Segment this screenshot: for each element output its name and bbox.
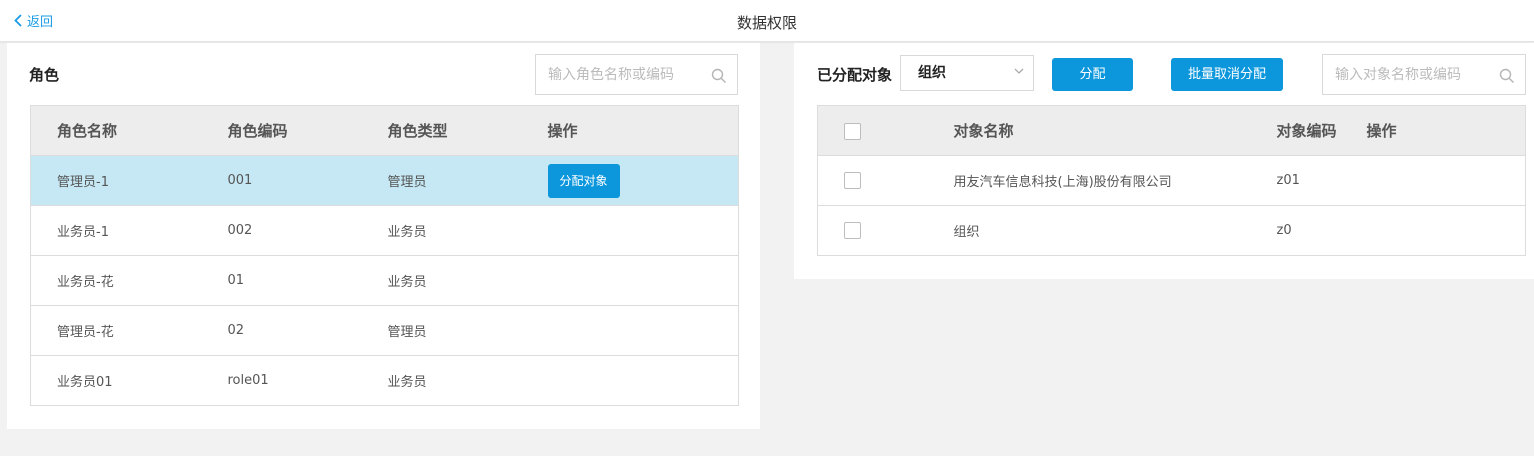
object-code-cell: z01 bbox=[1251, 155, 1367, 206]
batch-unassign-button[interactable]: 批量取消分配 bbox=[1171, 58, 1283, 91]
chevron-down-icon bbox=[1014, 68, 1024, 74]
column-header-role-code: 角色编码 bbox=[201, 105, 362, 156]
role-action-cell bbox=[521, 255, 739, 306]
role-code-cell: 01 bbox=[201, 255, 362, 306]
column-header-actions: 操作 bbox=[1366, 105, 1526, 156]
object-search-box bbox=[1322, 54, 1526, 95]
role-code-cell: 001 bbox=[201, 155, 362, 206]
top-bar: 返回 数据权限 bbox=[0, 0, 1534, 42]
role-code-cell: role01 bbox=[201, 355, 362, 406]
assign-object-button[interactable]: 分配对象 bbox=[547, 163, 620, 198]
roles-panel: 角色 角色名称 角色编码 角色类型 操作 管理员-1 001 管理员 分配对象 … bbox=[7, 43, 760, 429]
column-header-object-code: 对象编码 bbox=[1251, 105, 1367, 156]
object-name-cell: 用友汽车信息科技(上海)股份有限公司 bbox=[928, 155, 1252, 206]
page-title: 数据权限 bbox=[736, 14, 797, 32]
role-type-cell: 业务员 bbox=[361, 205, 522, 256]
role-name-cell: 管理员-1 bbox=[30, 155, 202, 206]
role-search-input[interactable] bbox=[536, 55, 737, 94]
table-row[interactable]: 组织 z0 bbox=[817, 205, 1526, 256]
role-name-cell: 业务员-花 bbox=[30, 255, 202, 306]
table-header-row: 角色名称 角色编码 角色类型 操作 bbox=[30, 105, 739, 156]
role-name-cell: 管理员-花 bbox=[30, 305, 202, 356]
object-type-select-value: 组织 bbox=[918, 65, 946, 81]
object-type-select[interactable]: 组织 bbox=[900, 55, 1034, 91]
role-search-box bbox=[535, 54, 738, 95]
table-row[interactable]: 管理员-花 02 管理员 bbox=[30, 305, 739, 356]
table-row[interactable]: 用友汽车信息科技(上海)股份有限公司 z01 bbox=[817, 155, 1526, 206]
assigned-section-title: 已分配对象 bbox=[817, 66, 893, 84]
role-type-cell: 业务员 bbox=[361, 255, 522, 306]
row-checkbox[interactable] bbox=[844, 172, 861, 189]
role-action-cell bbox=[521, 205, 739, 256]
column-header-role-name: 角色名称 bbox=[30, 105, 202, 156]
object-action-cell bbox=[1366, 205, 1526, 256]
role-action-cell bbox=[521, 305, 739, 356]
object-code-cell: z0 bbox=[1251, 205, 1367, 256]
roles-table: 角色名称 角色编码 角色类型 操作 管理员-1 001 管理员 分配对象 业务员… bbox=[30, 105, 739, 406]
assign-button[interactable]: 分配 bbox=[1052, 58, 1133, 91]
column-header-role-type: 角色类型 bbox=[361, 105, 522, 156]
role-name-cell: 业务员01 bbox=[30, 355, 202, 406]
object-action-cell bbox=[1366, 155, 1526, 206]
row-select-cell bbox=[817, 155, 929, 206]
object-search-input[interactable] bbox=[1323, 55, 1525, 94]
role-name-cell: 业务员-1 bbox=[30, 205, 202, 256]
column-header-actions: 操作 bbox=[521, 105, 739, 156]
table-row[interactable]: 业务员01 role01 业务员 bbox=[30, 355, 739, 406]
select-all-header bbox=[817, 105, 929, 156]
role-action-cell bbox=[521, 355, 739, 406]
object-name-cell: 组织 bbox=[928, 205, 1252, 256]
row-select-cell bbox=[817, 205, 929, 256]
role-code-cell: 002 bbox=[201, 205, 362, 256]
table-header-row: 对象名称 对象编码 操作 bbox=[817, 105, 1526, 156]
assigned-objects-table: 对象名称 对象编码 操作 用友汽车信息科技(上海)股份有限公司 z01 组织 z… bbox=[817, 105, 1526, 256]
search-icon[interactable] bbox=[711, 68, 727, 84]
table-row[interactable]: 管理员-1 001 管理员 分配对象 bbox=[30, 155, 739, 206]
table-row[interactable]: 业务员-1 002 业务员 bbox=[30, 205, 739, 256]
role-type-cell: 管理员 bbox=[361, 305, 522, 356]
assigned-objects-panel: 已分配对象 组织 分配 批量取消分配 对象名称 对象编码 操作 用友汽车信息科技… bbox=[794, 43, 1534, 279]
role-code-cell: 02 bbox=[201, 305, 362, 356]
column-header-object-name: 对象名称 bbox=[928, 105, 1252, 156]
role-type-cell: 管理员 bbox=[361, 155, 522, 206]
search-icon[interactable] bbox=[1499, 68, 1515, 84]
row-checkbox[interactable] bbox=[844, 222, 861, 239]
roles-section-title: 角色 bbox=[29, 66, 60, 84]
role-type-cell: 业务员 bbox=[361, 355, 522, 406]
role-action-cell: 分配对象 bbox=[521, 155, 739, 206]
table-row[interactable]: 业务员-花 01 业务员 bbox=[30, 255, 739, 306]
select-all-checkbox[interactable] bbox=[844, 122, 861, 140]
